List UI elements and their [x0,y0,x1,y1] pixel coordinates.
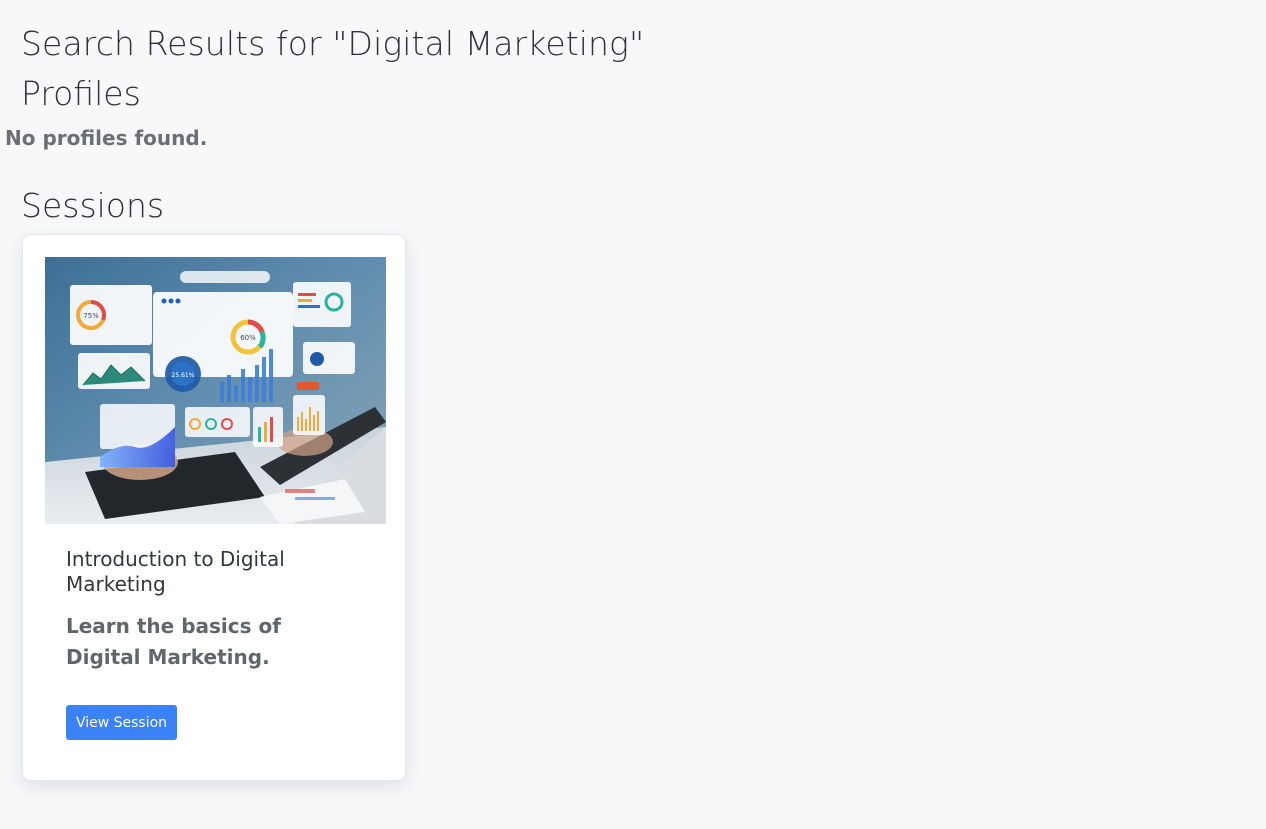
image-stat-75: 75% [83,312,99,320]
view-session-button[interactable]: View Session [66,705,177,740]
search-results-page: Search Results for "Digital Marketing" P… [0,0,1266,829]
no-profiles-message: No profiles found. [5,126,208,150]
sessions-heading: Sessions [21,186,165,225]
session-title: Introduction to Digital Marketing [66,547,285,596]
image-stat-60: 60% [240,334,256,342]
image-stat-25: 25.61% [172,372,195,379]
profiles-heading: Profiles [21,74,141,113]
session-image: 75% 60% 25.61% [45,257,386,524]
session-card: 75% 60% 25.61% Introduction to Digital M… [22,234,406,781]
session-description: Learn the basics of Digital Marketing. [66,614,281,669]
page-title: Search Results for "Digital Marketing" [21,24,645,63]
